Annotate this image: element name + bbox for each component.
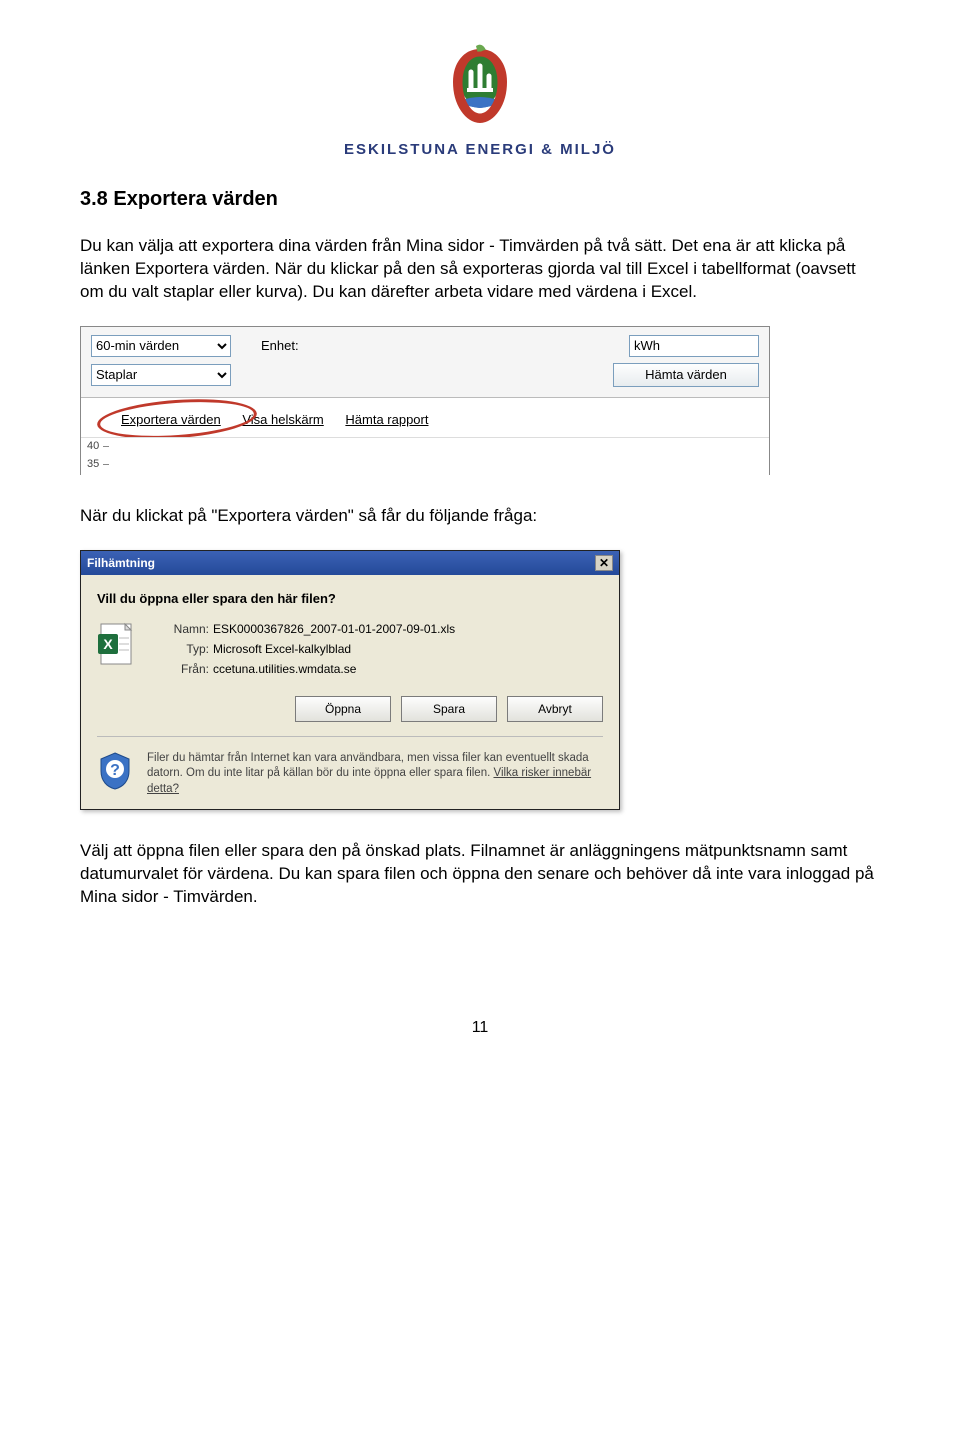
excel-file-icon: X (97, 622, 153, 669)
dialog-title: Filhämtning (87, 556, 155, 570)
paragraph-3: Välj att öppna filen eller spara den på … (80, 840, 880, 909)
section-heading: 3.8 Exportera värden (80, 188, 880, 211)
name-value: ESK0000367826_2007-01-01-2007-09-01.xls (213, 622, 603, 636)
export-link[interactable]: Exportera värden (121, 412, 221, 427)
type-value: Microsoft Excel-kalkylblad (213, 642, 603, 656)
enhet-label: Enhet: (261, 338, 299, 353)
axis-tick-40: 40 (87, 440, 99, 452)
page-number: 11 (80, 1019, 880, 1037)
enhet-input[interactable] (629, 335, 759, 357)
open-button[interactable]: Öppna (295, 696, 391, 722)
interval-select[interactable]: 60-min värden (91, 335, 231, 357)
charttype-select[interactable]: Staplar (91, 364, 231, 386)
fullscreen-link[interactable]: Visa helskärm (242, 412, 323, 427)
apple-logo-icon (438, 40, 522, 135)
file-download-dialog: Filhämtning ✕ Vill du öppna eller spara … (80, 550, 620, 811)
cancel-button[interactable]: Avbryt (507, 696, 603, 722)
hamta-varden-button[interactable]: Hämta värden (613, 363, 759, 387)
dialog-titlebar: Filhämtning ✕ (81, 551, 619, 575)
shield-warning-icon: ? (97, 751, 133, 794)
svg-text:?: ? (110, 762, 120, 779)
save-button[interactable]: Spara (401, 696, 497, 722)
report-link[interactable]: Hämta rapport (345, 412, 428, 427)
axis-tick-35: 35 (87, 458, 99, 470)
screenshot-controls: 60-min värden Enhet: Staplar Hämta värde… (80, 326, 770, 475)
close-icon[interactable]: ✕ (595, 555, 613, 571)
warning-text: Filer du hämtar från Internet kan vara a… (147, 751, 603, 798)
name-label: Namn: (157, 622, 209, 636)
type-label: Typ: (157, 642, 209, 656)
from-label: Från: (157, 662, 209, 676)
company-logo-block: ESKILSTUNA ENERGI & MILJÖ (80, 40, 880, 158)
from-value: ccetuna.utilities.wmdata.se (213, 662, 603, 676)
company-name: ESKILSTUNA ENERGI & MILJÖ (80, 141, 880, 158)
chart-axis-fragment: 40 35 (81, 437, 769, 475)
paragraph-1: Du kan välja att exportera dina värden f… (80, 235, 880, 304)
paragraph-2: När du klickat på "Exportera värden" så … (80, 505, 880, 528)
dialog-question: Vill du öppna eller spara den här filen? (97, 591, 603, 606)
svg-text:X: X (103, 636, 113, 652)
link-bar: Exportera värden Visa helskärm Hämta rap… (81, 397, 769, 437)
